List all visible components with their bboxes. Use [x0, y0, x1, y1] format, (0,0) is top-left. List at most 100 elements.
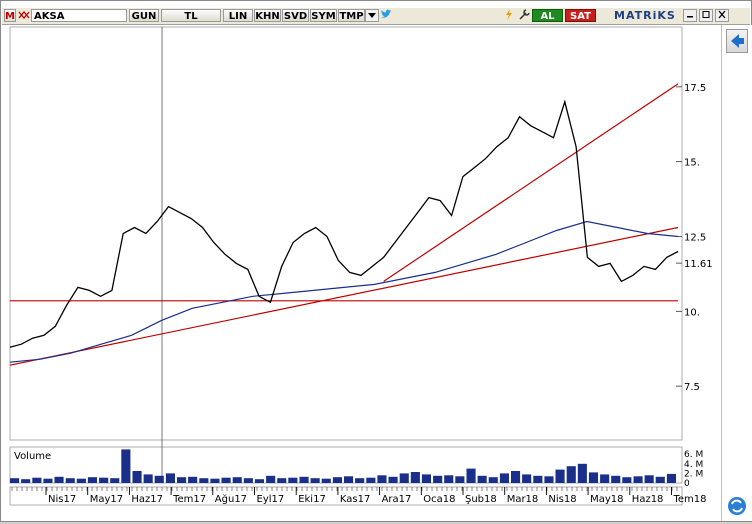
chart-window: M AKSA GUN TL LIN KHN SVD SYM TMP AL SAT…: [0, 0, 752, 522]
chart-toolbar: M AKSA GUN TL LIN KHN SVD SYM TMP AL SAT…: [2, 8, 750, 25]
volume-bar: [499, 473, 509, 483]
volume-bar: [266, 475, 276, 483]
date-tick-label: Nis17: [48, 494, 76, 505]
volume-bar: [633, 476, 643, 483]
volume-bar: [43, 478, 53, 483]
volume-bar: [522, 474, 532, 483]
volume-bar: [655, 476, 665, 483]
volume-title: Volume: [14, 451, 51, 462]
price-tick-label: 15.: [684, 158, 700, 169]
volume-bar: [644, 475, 654, 483]
date-tick-label: Mar18: [507, 494, 539, 505]
scroll-settings-icon[interactable]: [726, 495, 748, 517]
maximize-icon[interactable]: [699, 9, 713, 22]
volume-bar: [533, 475, 543, 483]
volume-bar: [154, 475, 164, 483]
volume-bar: [344, 476, 354, 483]
date-tick-label: Tem17: [172, 494, 206, 505]
refresh-icon[interactable]: [502, 9, 516, 22]
volume-bar: [577, 463, 587, 483]
date-tick-label: Ağu17: [215, 493, 247, 505]
volume-tick-label: 4. M: [684, 460, 703, 470]
date-tick-label: Ara17: [382, 494, 412, 505]
volume-bar: [466, 468, 476, 483]
price-tick-label: 7.5: [684, 382, 700, 393]
price-tick-label: 17.5: [684, 83, 706, 94]
date-tick-label: Eki17: [298, 494, 326, 505]
m-button[interactable]: M: [4, 9, 16, 22]
date-tick-label: May17: [90, 494, 123, 505]
symbol-field[interactable]: AKSA: [31, 9, 127, 22]
dropdown-arrow-icon[interactable]: [365, 9, 379, 22]
volume-bar: [110, 478, 120, 483]
volume-bar: [21, 479, 31, 483]
volume-bar: [600, 474, 610, 483]
date-tick-label: Eyl17: [257, 494, 285, 505]
volume-bar: [622, 477, 632, 483]
price-panel-frame: [9, 26, 683, 441]
volume-bar: [165, 473, 175, 483]
volume-bar: [355, 478, 365, 483]
volume-bar: [288, 477, 298, 483]
side-panel: [721, 25, 752, 521]
currency-button[interactable]: TL: [161, 9, 221, 22]
volume-bar: [310, 478, 320, 483]
date-tick-label: Nis18: [548, 494, 576, 505]
volume-bar: [243, 478, 253, 483]
date-tick-label: Şub18: [465, 494, 497, 505]
volume-bar: [566, 466, 576, 483]
volume-bar: [143, 474, 153, 483]
khn-button[interactable]: KHN: [254, 9, 281, 22]
date-tick-label: Haz17: [131, 494, 163, 505]
volume-bar: [366, 477, 376, 483]
volume-bar: [332, 477, 342, 483]
price-chart[interactable]: 17.5 15. 12.5 11.61 10. 7.5 Volume 6. M4. M2. M…: [2, 25, 720, 521]
volume-bar: [177, 477, 187, 483]
volume-bar: [277, 478, 287, 483]
date-tick-label: May18: [590, 494, 623, 505]
volume-bar: [666, 473, 676, 483]
volume-bar: [455, 476, 465, 483]
volume-bar: [188, 476, 198, 483]
close-icon[interactable]: [715, 9, 729, 22]
volume-bar: [555, 469, 565, 483]
volume-bar: [588, 472, 598, 483]
date-tick-label: Kas17: [340, 494, 370, 505]
volume-bar: [433, 475, 443, 483]
volume-bar: [544, 476, 554, 483]
volume-bar: [32, 477, 42, 483]
scale-button[interactable]: LIN: [223, 9, 253, 22]
volume-bar: [232, 477, 242, 483]
volume-bar: [299, 476, 309, 483]
volume-bar: [10, 478, 20, 483]
volume-bar: [477, 475, 487, 483]
date-tick-label: Haz18: [632, 494, 664, 505]
sell-button[interactable]: SAT: [565, 9, 596, 22]
volume-bar: [132, 471, 142, 483]
link-icon[interactable]: [17, 9, 31, 22]
minimize-icon[interactable]: [683, 9, 697, 22]
volume-bar: [611, 475, 621, 483]
chart-area[interactable]: 17.5 15. 12.5 11.61 10. 7.5 Volume 6. M 4. M 2. M…: [2, 25, 720, 521]
tmp-button[interactable]: TMP: [338, 9, 365, 22]
price-tick-label: 12.5: [684, 232, 706, 243]
svd-button[interactable]: SVD: [282, 9, 309, 22]
price-tick-label: 10.: [684, 307, 700, 318]
sym-button[interactable]: SYM: [310, 9, 337, 22]
volume-bar: [488, 477, 498, 483]
period-button[interactable]: GUN: [129, 9, 159, 22]
price-tick-label: 11.61: [684, 259, 713, 270]
buy-button[interactable]: AL: [532, 9, 563, 22]
collapse-arrow-button[interactable]: [726, 29, 748, 53]
volume-bar: [321, 478, 331, 483]
volume-bar: [76, 478, 86, 483]
twitter-icon[interactable]: [379, 9, 393, 22]
date-tick-label: Oca18: [423, 494, 455, 505]
settings-icon[interactable]: [517, 9, 531, 22]
volume-bar: [221, 477, 231, 483]
volume-bar: [377, 475, 387, 483]
volume-bar: [65, 478, 75, 483]
volume-bar: [54, 476, 64, 483]
volume-bar: [210, 478, 220, 483]
volume-bar: [388, 476, 398, 483]
